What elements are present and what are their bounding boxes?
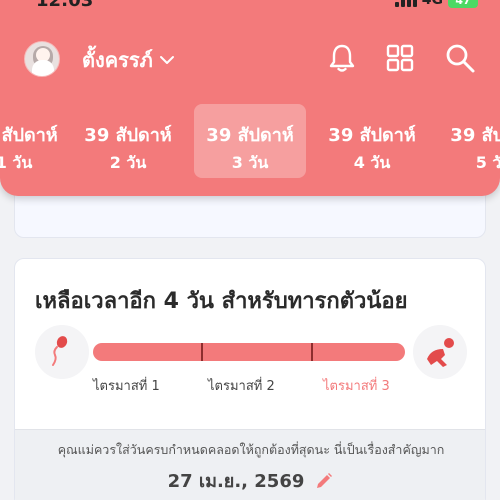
status-indicators: 4G 47 — [394, 0, 478, 8]
grid-icon[interactable] — [384, 42, 416, 74]
due-date-message: คุณแม่ควรใส่วันครบกำหนดคลอดให้ถูกต้องที่… — [57, 442, 445, 457]
week-tab[interactable]: 39 สัปดาห์ 2 วัน — [72, 104, 184, 178]
search-icon[interactable] — [444, 42, 476, 74]
week-tab[interactable]: 39 สัปดาห์ 4 วัน — [316, 104, 428, 178]
week-tab-active[interactable]: 39 สัปดาห์ 3 วัน — [194, 104, 306, 178]
battery-icon: 47 — [448, 0, 478, 8]
profile-selector[interactable]: ตั้งครรภ์ — [82, 44, 175, 76]
trimester-labels: ไตรมาสที่ 1 ไตรมาสที่ 2 ไตรมาสที่ 3 — [93, 375, 405, 395]
countdown-title: เหลือเวลาอีก 4 วัน สำหรับทารกตัวน้อย — [35, 289, 408, 314]
avatar[interactable] — [24, 41, 60, 77]
progress-divider — [201, 343, 203, 361]
bell-icon[interactable] — [326, 42, 358, 74]
network-type: 4G — [421, 0, 443, 8]
trimester-2-label: ไตรมาสที่ 2 — [208, 379, 275, 394]
profile-name: ตั้งครรภ์ — [82, 48, 153, 72]
chevron-down-icon — [159, 56, 174, 64]
signal-icon — [394, 0, 417, 7]
due-date-row[interactable]: 27 เม.ย., 2569 — [15, 466, 485, 495]
app-header: 12:03 4G 47 ตั้งครรภ์ 39 สัปดาห์ — [0, 0, 500, 196]
trimester-1-label: ไตรมาสที่ 1 — [93, 379, 160, 394]
sperm-icon — [35, 325, 89, 379]
edit-pencil-icon[interactable] — [314, 471, 334, 491]
trimester-3-label: ไตรมาสที่ 3 — [323, 379, 390, 394]
week-tab[interactable]: 39 สัปดาห์ 5 วัน — [438, 104, 500, 178]
due-date-section: คุณแม่ควรใส่วันครบกำหนดคลอดให้ถูกต้องที่… — [15, 429, 485, 500]
progress-divider — [311, 343, 313, 361]
week-tab[interactable]: 39 สัปดาห์ 1 วัน — [0, 104, 70, 178]
due-date: 27 เม.ย., 2569 — [167, 471, 305, 492]
status-bar: 12:03 4G 47 — [0, 0, 500, 14]
baby-icon — [413, 325, 467, 379]
countdown-card: เหลือเวลาอีก 4 วัน สำหรับทารกตัวน้อย ไตร… — [14, 258, 486, 500]
week-selector[interactable]: 39 สัปดาห์ 1 วัน 39 สัปดาห์ 2 วัน 39 สัป… — [0, 104, 500, 178]
trimester-progress-bar — [93, 343, 405, 361]
status-time: 12:03 — [36, 0, 94, 11]
